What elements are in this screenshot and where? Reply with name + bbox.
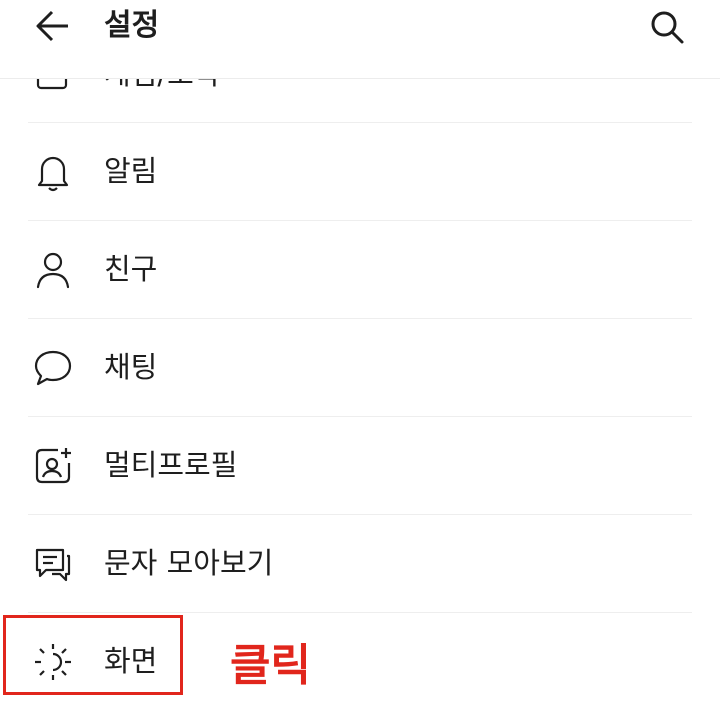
list-item-multi-profile[interactable]: 멀티프로필 (0, 417, 720, 514)
back-arrow-icon[interactable] (30, 8, 76, 44)
list-item-notifications[interactable]: 알림 (0, 123, 720, 220)
list-item-partial[interactable]: 게임/오락 (0, 78, 720, 122)
person-icon (32, 249, 74, 291)
highlight-box (3, 615, 183, 695)
list-item-label: 멀티프로필 (104, 448, 238, 482)
bell-icon (32, 151, 74, 193)
message-collect-icon (32, 543, 74, 585)
list-item-label: 게임/오락 (104, 78, 221, 94)
list-item-label: 채팅 (104, 350, 158, 384)
click-annotation: 클릭 (230, 640, 311, 691)
list-item-label: 친구 (104, 252, 158, 286)
box-icon (32, 78, 74, 96)
list-item-label: 알림 (104, 154, 158, 188)
app-header: 설정 (0, 0, 720, 79)
list-item-friends[interactable]: 친구 (0, 221, 720, 318)
search-icon[interactable] (644, 4, 690, 50)
list-item-chats[interactable]: 채팅 (0, 319, 720, 416)
chat-bubble-icon (32, 347, 74, 389)
list-item-message-collect[interactable]: 문자 모아보기 (0, 515, 720, 612)
list-item-label: 문자 모아보기 (104, 546, 274, 580)
settings-list: 게임/오락 알림 친구 채팅 멀티프로필 (0, 0, 720, 702)
multi-profile-icon (32, 445, 74, 487)
page-title: 설정 (104, 8, 160, 43)
